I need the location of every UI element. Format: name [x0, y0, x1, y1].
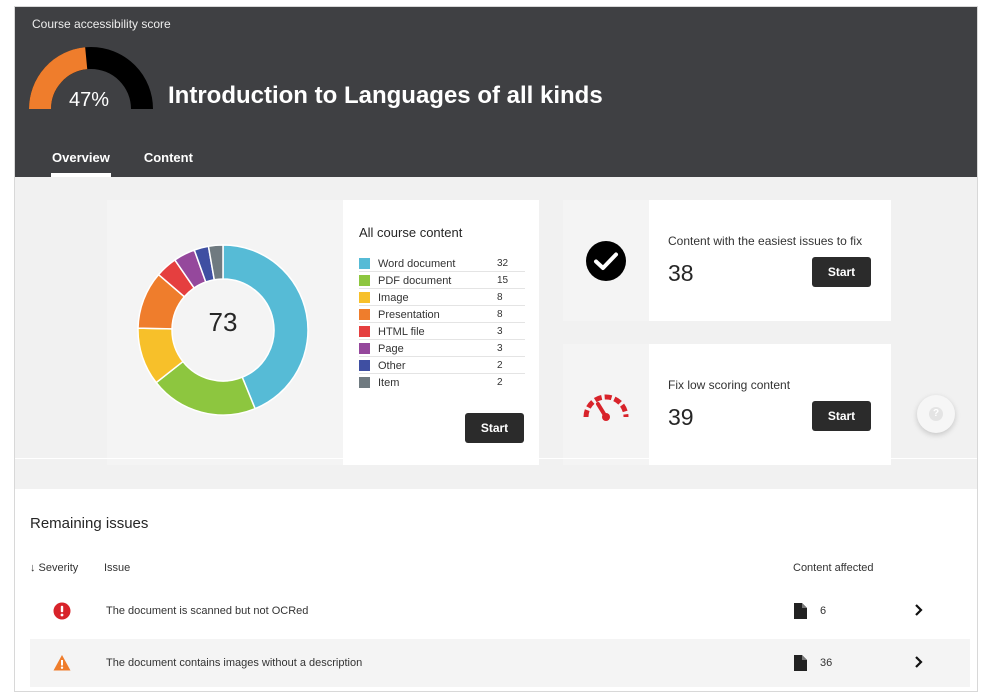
all-content-start-button[interactable]: Start: [465, 413, 524, 443]
chevron-right-icon[interactable]: [913, 603, 925, 617]
low-score-icon-panel: [563, 344, 649, 465]
low-score-card: Fix low scoring content 39 Start: [649, 344, 891, 465]
legend-label: Presentation: [378, 309, 440, 321]
page-title: Introduction to Languages of all kinds: [168, 82, 603, 109]
legend-row-html: HTML file 3: [359, 323, 525, 340]
content-affected-count: 36: [820, 657, 833, 669]
legend-count: 3: [497, 326, 503, 337]
legend-swatch: [359, 326, 370, 337]
remaining-issues-section: Remaining issues ↓ Severity Issue Conten…: [15, 489, 977, 691]
legend-count: 8: [497, 292, 503, 303]
tab-content[interactable]: Content: [144, 150, 193, 177]
tab-bar: Overview Content: [51, 150, 227, 177]
easy-fix-count: 38: [668, 260, 694, 286]
app-frame: Course accessibility score 47% Introduct…: [14, 6, 978, 692]
remaining-issues-title: Remaining issues: [30, 515, 149, 532]
error-icon: [53, 602, 71, 620]
document-icon: [794, 603, 807, 619]
severity-column-header[interactable]: ↓ Severity: [30, 562, 78, 574]
legend-row-presentation: Presentation 8: [359, 306, 525, 323]
legend-swatch: [359, 292, 370, 303]
section-divider: [15, 458, 977, 459]
legend-label: Item: [378, 377, 400, 389]
legend-count: 2: [497, 360, 503, 371]
legend-row-page: Page 3: [359, 340, 525, 357]
legend-label: Image: [378, 292, 409, 304]
legend-label: Page: [378, 343, 404, 355]
warning-icon: [53, 655, 71, 671]
content-donut-panel: 73: [107, 200, 343, 465]
issue-text: The document contains images without a d…: [106, 657, 363, 669]
help-button[interactable]: ?: [917, 395, 955, 433]
issue-row[interactable]: The document is scanned but not OCRed 6: [30, 587, 970, 635]
issue-row[interactable]: The document contains images without a d…: [30, 639, 970, 687]
low-score-count: 39: [668, 404, 694, 430]
legend-swatch: [359, 309, 370, 320]
issue-text: The document is scanned but not OCRed: [106, 605, 309, 617]
legend-count: 3: [497, 343, 503, 354]
chevron-right-icon[interactable]: [913, 655, 925, 669]
legend-row-word: Word document 32: [359, 255, 525, 272]
all-content-title: All course content: [359, 225, 463, 240]
all-content-card: All course content Word document 32 PDF d…: [343, 200, 539, 465]
legend-swatch: [359, 258, 370, 269]
low-score-start-button[interactable]: Start: [812, 401, 871, 431]
tab-overview[interactable]: Overview: [51, 150, 111, 177]
legend-row-item: Item 2: [359, 374, 525, 391]
help-icon: ?: [929, 407, 943, 421]
content-affected-count: 6: [820, 605, 827, 617]
easy-fix-icon-panel: [563, 200, 649, 321]
legend-label: PDF document: [378, 275, 452, 287]
score-percent: 47%: [69, 89, 110, 111]
easy-fix-card: Content with the easiest issues to fix 3…: [649, 200, 891, 321]
content-legend: Word document 32 PDF document 15 Image 8 Pr…: [359, 255, 525, 391]
check-circle-icon: [586, 241, 626, 281]
legend-count: 2: [497, 377, 503, 388]
legend-label: Word document: [378, 258, 456, 270]
legend-swatch: [359, 360, 370, 371]
course-header: Course accessibility score 47% Introduct…: [15, 7, 977, 177]
legend-row-image: Image 8: [359, 289, 525, 306]
legend-row-pdf: PDF document 15: [359, 272, 525, 289]
issue-column-header: Issue: [104, 562, 131, 574]
score-label: Course accessibility score: [32, 17, 171, 31]
legend-count: 15: [497, 275, 509, 286]
legend-swatch: [359, 343, 370, 354]
content-affected-column-header: Content affected: [793, 562, 874, 574]
document-icon: [794, 655, 807, 671]
easy-fix-start-button[interactable]: Start: [812, 257, 871, 287]
legend-label: HTML file: [378, 326, 425, 338]
legend-label: Other: [378, 360, 406, 372]
easy-fix-title: Content with the easiest issues to fix: [668, 234, 863, 248]
legend-swatch: [359, 377, 370, 388]
legend-count: 32: [497, 258, 509, 269]
low-score-title: Fix low scoring content: [668, 378, 791, 392]
legend-count: 8: [497, 309, 503, 320]
legend-swatch: [359, 275, 370, 286]
legend-row-other: Other 2: [359, 357, 525, 374]
content-total: 73: [208, 307, 238, 337]
speedometer-icon: [583, 394, 629, 421]
